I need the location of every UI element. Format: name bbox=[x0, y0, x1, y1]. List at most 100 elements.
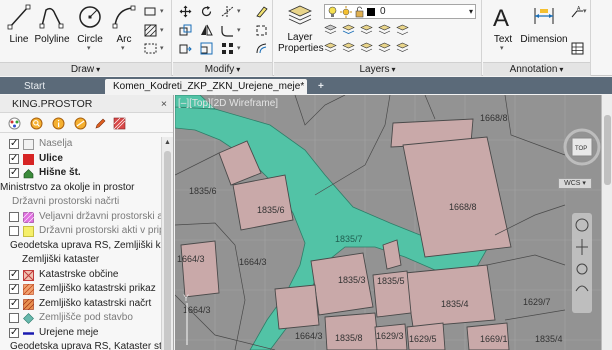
annotation-panel-footer[interactable]: Annotation ▾ bbox=[483, 62, 590, 76]
layer-row-veljavni[interactable]: Veljavni državni prostorski akti bbox=[0, 210, 161, 225]
erase-icon[interactable] bbox=[255, 5, 268, 18]
mirror-icon[interactable] bbox=[200, 24, 213, 37]
layer-color-swatch bbox=[367, 8, 375, 16]
rectangle-icon[interactable] bbox=[144, 5, 157, 18]
palette-scrollbar[interactable]: ▲ bbox=[161, 137, 173, 350]
info-icon[interactable] bbox=[52, 117, 65, 130]
polyline-icon bbox=[39, 7, 64, 29]
rotate-icon[interactable] bbox=[200, 5, 213, 18]
layer-row-urejene-meje[interactable]: Urejene meje bbox=[0, 326, 161, 340]
array-dropdown-icon[interactable]: ▾ bbox=[237, 44, 241, 52]
dimension-icon bbox=[534, 8, 554, 24]
layer-row-ulice[interactable]: Ulice bbox=[0, 152, 161, 166]
boundary-dropdown-icon[interactable]: ▾ bbox=[160, 44, 164, 52]
hatch-icon[interactable] bbox=[144, 24, 157, 37]
layer-row-v-pripravi[interactable]: Državni prostorski akti v pripravi bbox=[0, 224, 161, 239]
copy-icon[interactable] bbox=[179, 24, 192, 37]
draw-panel-footer[interactable]: Draw ▾ bbox=[0, 62, 171, 76]
circle-tool-button[interactable]: Circle ▾ bbox=[76, 4, 104, 52]
layer-unlock-icon[interactable] bbox=[396, 42, 409, 55]
edit-icon[interactable] bbox=[94, 117, 107, 130]
dimension-tool-button[interactable]: Dimension bbox=[519, 4, 569, 45]
modify-panel-footer[interactable]: Modify ▾ bbox=[173, 62, 272, 76]
arc-dropdown-icon[interactable]: ▾ bbox=[121, 44, 125, 52]
layer-group-drzavni-nacrti[interactable]: Državni prostorski načrti bbox=[0, 195, 161, 210]
scale-icon[interactable] bbox=[200, 42, 213, 55]
new-tab-button[interactable]: + bbox=[310, 79, 332, 94]
layer-dropdown[interactable]: 0 ▾ bbox=[324, 4, 476, 19]
layer-freeze-icon[interactable] bbox=[360, 24, 373, 37]
text-dropdown-icon[interactable]: ▾ bbox=[500, 44, 504, 52]
drawing-viewport[interactable]: 1668/8 1835/6 1835/6 1668/8 1835/7 1664/… bbox=[175, 95, 612, 350]
search-icon[interactable] bbox=[30, 117, 43, 130]
tab-drawing[interactable]: Komen_Kodreti_ZKP_ZKN_Urejene_meje* × bbox=[105, 79, 307, 107]
trim-dropdown-icon[interactable]: ▾ bbox=[237, 7, 241, 15]
explode-icon[interactable] bbox=[255, 24, 268, 37]
trim-icon[interactable] bbox=[221, 5, 234, 18]
move-icon[interactable] bbox=[179, 5, 192, 18]
layer-row-naselja[interactable]: Naselja bbox=[0, 137, 161, 152]
polyline-tool-button[interactable]: Polyline bbox=[34, 4, 70, 45]
fillet-icon[interactable] bbox=[221, 24, 234, 37]
layer-properties-button[interactable]: Layer Properties bbox=[278, 4, 324, 54]
layer-checkbox[interactable] bbox=[9, 313, 19, 323]
layer-checkbox[interactable] bbox=[9, 137, 19, 152]
layer-row-hisne-st[interactable]: Hišne št. bbox=[0, 166, 161, 181]
measure-icon[interactable] bbox=[74, 117, 87, 130]
layers-panel-footer[interactable]: Layers ▾ bbox=[274, 62, 481, 76]
layer-row-zk-prikaz[interactable]: Zemljiško katastrski prikaz bbox=[0, 282, 161, 297]
layer-checkbox[interactable] bbox=[9, 152, 19, 166]
rectangle-dropdown-icon[interactable]: ▾ bbox=[160, 7, 164, 15]
layer-properties-label-2: Properties bbox=[278, 43, 324, 54]
layer-checkbox[interactable] bbox=[9, 326, 19, 340]
layer-unisolate-icon[interactable] bbox=[324, 42, 337, 55]
line-tool-button[interactable]: Line bbox=[6, 4, 32, 45]
palette-title: KING.PROSTOR bbox=[12, 98, 93, 110]
layer-checkbox[interactable] bbox=[9, 297, 19, 311]
layer-walk-icon[interactable] bbox=[360, 42, 373, 55]
layer-group-zemljiski-kataster[interactable]: Zemljiški kataster bbox=[0, 253, 161, 268]
layer-group-ministrstvo[interactable]: Ministrstvo za okolje in prostor bbox=[0, 181, 161, 196]
layer-thaw-icon[interactable] bbox=[378, 42, 391, 55]
map-layer-icon[interactable] bbox=[113, 117, 126, 130]
layer-group-gurs-zk[interactable]: Geodetska uprava RS, Zemljiški kataster bbox=[0, 239, 161, 254]
layer-checkbox[interactable] bbox=[9, 166, 19, 181]
scroll-thumb[interactable] bbox=[164, 151, 171, 350]
layers-toggle-icon[interactable] bbox=[8, 117, 21, 130]
parcel-label: 1835/6 bbox=[189, 186, 217, 196]
viewport-scrollbar[interactable] bbox=[601, 95, 612, 350]
layer-row-katastrske-obcine[interactable]: Katastrske občine bbox=[0, 268, 161, 282]
layer-row-zk-nacrt[interactable]: Zemljiško katastrski načrt bbox=[0, 297, 161, 311]
layer-label: Hišne št. bbox=[39, 167, 81, 178]
layer-off-icon[interactable] bbox=[324, 24, 337, 37]
hatch-dropdown-icon[interactable]: ▾ bbox=[160, 26, 164, 34]
tab-start[interactable]: Start bbox=[16, 79, 53, 94]
cadastral-map[interactable]: 1668/8 1835/6 1835/6 1668/8 1835/7 1664/… bbox=[175, 95, 612, 350]
layer-previous-icon[interactable] bbox=[342, 42, 355, 55]
text-tool-button[interactable]: A Text ▾ bbox=[489, 4, 517, 52]
layer-isolate-icon[interactable] bbox=[342, 24, 355, 37]
layer-match-icon[interactable] bbox=[396, 24, 409, 37]
layer-checkbox[interactable] bbox=[9, 282, 19, 297]
viewport-scroll-thumb[interactable] bbox=[604, 115, 611, 185]
layer-group-gurs-ks[interactable]: Geodetska uprava RS, Kataster stavb bbox=[0, 340, 161, 350]
scroll-up-icon[interactable]: ▲ bbox=[162, 137, 173, 148]
multileader-dropdown-icon[interactable]: ▾ bbox=[583, 7, 587, 15]
layer-lock-icon[interactable] bbox=[378, 24, 391, 37]
layer-checkbox[interactable] bbox=[9, 226, 19, 236]
wcs-dropdown[interactable]: WCS ▾ bbox=[558, 178, 592, 189]
table-icon[interactable] bbox=[571, 42, 584, 55]
offset-icon[interactable] bbox=[255, 42, 268, 55]
viewport-controls-label[interactable]: [–][Top][2D Wireframe] bbox=[178, 98, 278, 109]
fillet-dropdown-icon[interactable]: ▾ bbox=[237, 26, 241, 34]
circle-dropdown-icon[interactable]: ▾ bbox=[87, 44, 91, 52]
navigation-bar[interactable] bbox=[572, 213, 592, 313]
layer-row-zemljisce-pod-stavbo[interactable]: Zemljišče pod stavbo bbox=[0, 311, 161, 326]
arc-tool-button[interactable]: Arc ▾ bbox=[110, 4, 138, 52]
stretch-icon[interactable] bbox=[179, 42, 192, 55]
layer-checkbox[interactable] bbox=[9, 268, 19, 282]
palette-close-icon[interactable]: × bbox=[161, 95, 167, 113]
boundary-icon[interactable] bbox=[144, 42, 157, 55]
layer-checkbox[interactable] bbox=[9, 211, 19, 222]
array-icon[interactable] bbox=[221, 42, 234, 55]
